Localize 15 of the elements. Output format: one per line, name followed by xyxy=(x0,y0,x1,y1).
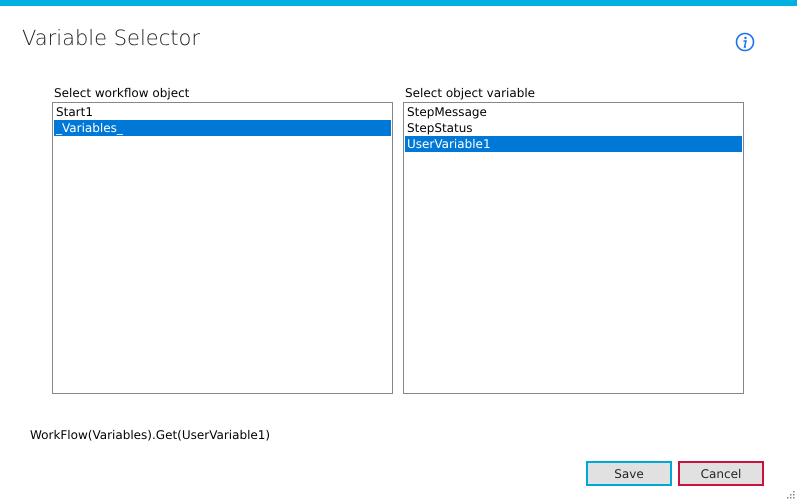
info-icon[interactable] xyxy=(735,32,755,52)
list-item[interactable]: UserVariable1 xyxy=(405,136,742,152)
list-item[interactable]: Start1 xyxy=(54,104,391,120)
expression-text: WorkFlow(Variables).Get(UserVariable1) xyxy=(30,427,272,444)
list-item[interactable]: StepMessage xyxy=(405,104,742,120)
resize-grip-icon[interactable] xyxy=(786,490,795,499)
list-label: Select workflow object xyxy=(54,86,190,101)
list-box[interactable]: StepMessage StepStatus UserVariable1 xyxy=(403,102,744,394)
save-button[interactable]: Save xyxy=(586,461,672,486)
list-box[interactable]: Start1 _Variables_ xyxy=(52,102,393,394)
dialog-title: Variable Selector xyxy=(22,28,200,49)
list-item[interactable]: _Variables_ xyxy=(54,120,391,136)
list-label: Select object variable xyxy=(405,86,536,101)
list-item[interactable]: StepStatus xyxy=(405,120,742,136)
cancel-button[interactable]: Cancel xyxy=(678,461,764,486)
